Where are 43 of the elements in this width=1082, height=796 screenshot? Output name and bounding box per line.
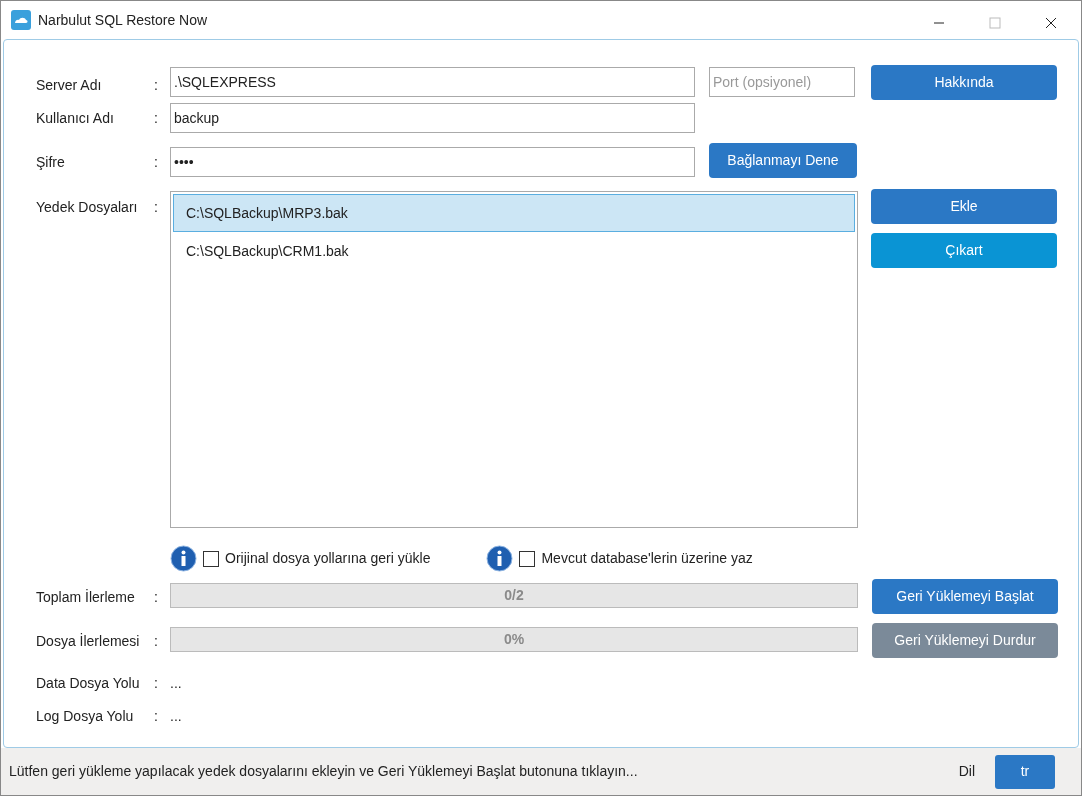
field-label: Şifre [36,153,66,172]
list-item[interactable]: C:\SQLBackup\CRM1.bak [173,232,855,270]
info-icon[interactable] [486,545,514,572]
field-label: Log Dosya Yolu [36,707,135,726]
field-label: Toplam İlerleme [36,588,136,607]
colon: : [154,109,159,128]
password-field[interactable]: •••• [170,147,695,177]
server-field[interactable]: .\SQLEXPRESS [170,67,695,97]
port-field[interactable]: Port (opsiyonel) [709,67,855,97]
field-label: Yedek Dosyaları [36,198,139,217]
progress-reading: 0/2 [503,586,525,605]
info-icon[interactable] [170,545,197,572]
file-list[interactable]: C:\SQLBackup\MRP3.bak C:\SQLBackup\CRM1.bak [170,191,858,528]
language-label: Dil [958,762,975,781]
path-value: ... [170,674,182,693]
about-button[interactable]: Hakkında [871,65,1057,100]
checkbox[interactable] [519,550,536,567]
colon: : [154,153,159,172]
window-title: Narbulut SQL Restore Now [38,10,208,30]
action-button[interactable]: Ekle [871,189,1057,224]
checkbox[interactable] [203,550,219,567]
field-label: Server Adı [36,76,103,95]
colon: : [154,632,159,651]
close-icon[interactable] [1045,17,1057,29]
username-field[interactable]: backup [170,103,695,133]
action-button[interactable]: Geri Yüklemeyi Başlat [872,579,1058,614]
colon: : [154,588,159,607]
colon: : [154,707,159,726]
colon: : [154,76,159,95]
language-button[interactable]: tr [995,754,1055,789]
list-item[interactable]: C:\SQLBackup\MRP3.bak [173,194,855,232]
field-label: Data Dosya Yolu [36,674,141,693]
checkbox-label[interactable]: Orijinal dosya yollarına geri yükle [225,548,431,569]
test-connection-button[interactable]: Bağlanmayı Dene [709,143,857,178]
progress-reading: 0% [502,630,526,649]
colon: : [154,198,159,217]
field-label: Dosya İlerlemesi [36,632,141,651]
checkbox-label[interactable]: Mevcut database'lerin üzerine yaz [541,548,753,569]
status-message: Lütfen geri yükleme yapılacak yedek dosyalarını ekleyin ve Geri Yüklemeyi Başlat butonuna tıklayın... [9,762,638,781]
field-label: Kullanıcı Adı [36,109,115,128]
colon: : [154,674,159,693]
app-logo-icon [11,10,31,30]
path-value: ... [170,707,182,726]
